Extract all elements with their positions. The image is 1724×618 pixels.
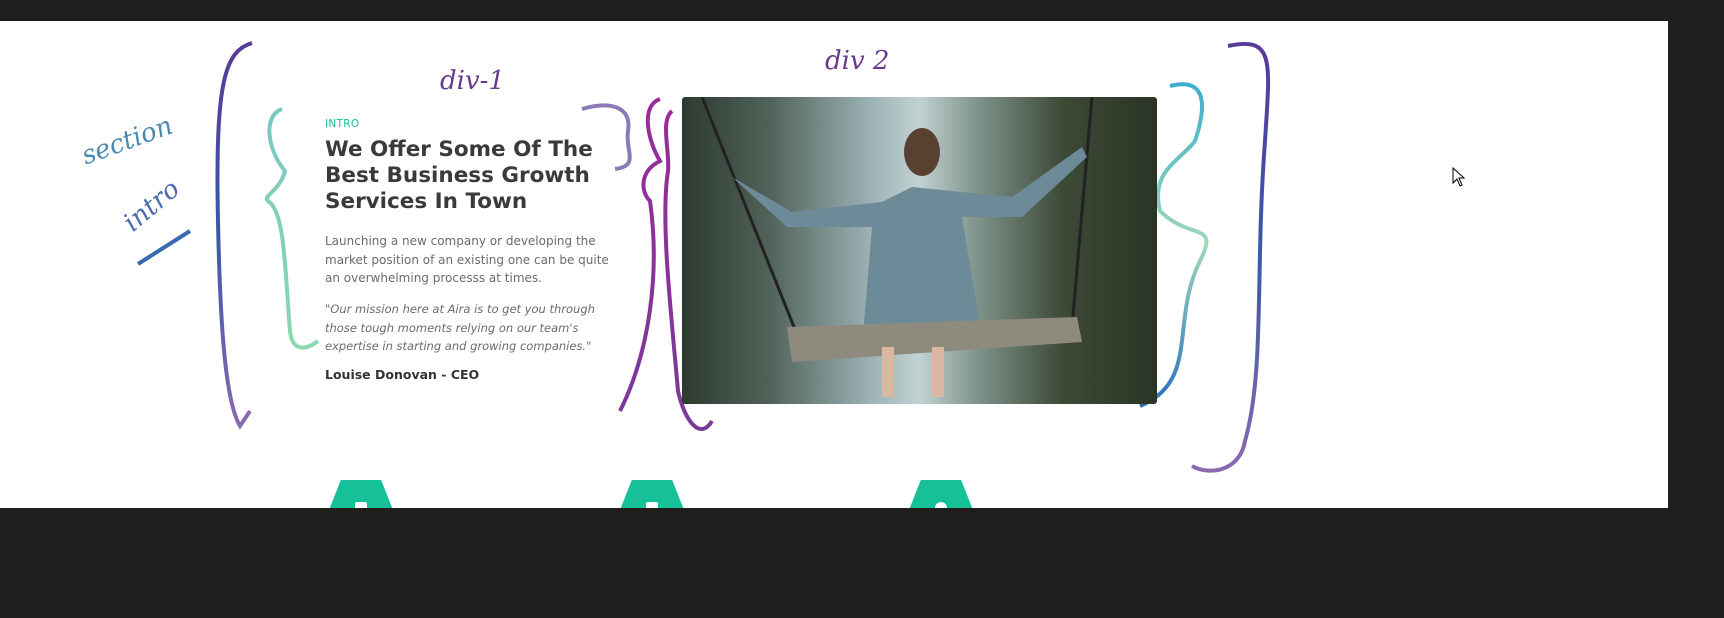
calendar-icon bbox=[646, 502, 658, 508]
intro-quote: "Our mission here at Aira is to get you … bbox=[325, 302, 595, 353]
intro-description: Launching a new company or developing th… bbox=[325, 234, 609, 285]
annotation-div1: div-1 bbox=[440, 66, 505, 96]
mouse-cursor-icon bbox=[1452, 167, 1466, 187]
page-title: We Offer Some Of The Best Business Growt… bbox=[325, 137, 593, 214]
pie-chart-icon bbox=[935, 502, 947, 508]
quote-author: Louise Donovan - CEO bbox=[325, 367, 480, 382]
intro-label: INTRO bbox=[325, 118, 360, 130]
page-section-intro: section intro div-1 div 2 INTRO We Offer… bbox=[0, 21, 1668, 508]
annotation-div2: div 2 bbox=[825, 46, 890, 76]
intro-photo bbox=[682, 97, 1157, 404]
team-icon bbox=[355, 502, 367, 508]
swing-woman-illustration bbox=[700, 97, 1094, 397]
